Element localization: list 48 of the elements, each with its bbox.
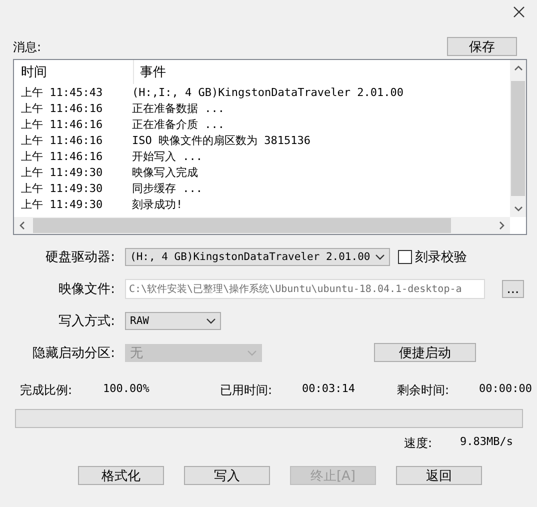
stat-label: 已用时间: xyxy=(220,382,274,399)
event-cell-text: 正在准备介质 ... xyxy=(131,116,224,132)
browse-button[interactable]: ... xyxy=(502,280,524,298)
horizontal-scrollbar[interactable] xyxy=(14,217,510,234)
drive-dropdown[interactable]: (H:, 4 GB)KingstonDataTraveler 2.01.00 xyxy=(125,248,390,266)
action-button[interactable]: 写入 xyxy=(184,466,270,485)
time-cell-text: 上午 11:49:30 xyxy=(20,180,104,196)
speed-label: 速度: xyxy=(404,435,432,452)
speed-value: 9.83MB/s xyxy=(460,435,513,450)
quick-boot-button[interactable]: 便捷启动 xyxy=(374,343,476,362)
hidden-partition-label: 隐藏启动分区: xyxy=(32,344,115,362)
time-cell-text: 上午 11:46:16 xyxy=(20,148,104,164)
event-cell-text: (H:,I:, 4 GB)KingstonDataTraveler 2.01.00 xyxy=(131,86,404,98)
event-cell-text: 刻录成功! xyxy=(131,196,183,212)
scroll-down-icon[interactable] xyxy=(514,204,522,213)
verify-checkbox[interactable]: 刻录校验 xyxy=(398,248,467,266)
column-header[interactable]: 事件 xyxy=(134,60,340,84)
vertical-scrollbar[interactable] xyxy=(510,60,526,217)
time-cell-text: 上午 11:49:30 xyxy=(20,196,104,212)
write-mode-label: 写入方式: xyxy=(58,313,115,330)
event-cell-text: 开始写入 ... xyxy=(131,148,202,164)
stat-value: 00:00:00 xyxy=(479,382,532,397)
action-button[interactable]: 格式化 xyxy=(78,466,164,485)
stat-label: 剩余时间: xyxy=(397,382,450,399)
scroll-left-icon[interactable] xyxy=(18,221,27,230)
event-cell-text: ISO 映像文件的扇区数为 3815136 xyxy=(131,132,310,148)
time-cell-text: 上午 11:46:16 xyxy=(20,100,104,116)
event-cell-text: 正在准备数据 ... xyxy=(131,100,224,116)
action-button[interactable]: 返回 xyxy=(396,466,482,485)
time-cell-text: 上午 11:46:16 xyxy=(20,132,104,148)
messages-label: 消息: xyxy=(13,39,42,56)
save-button[interactable]: 保存 xyxy=(447,37,517,56)
scroll-up-icon[interactable] xyxy=(514,64,522,73)
time-cell-text: 上午 11:49:30 xyxy=(20,164,104,180)
stat-value: 100.00% xyxy=(103,382,150,397)
write-mode-dropdown[interactable]: RAW xyxy=(125,312,221,330)
column-header[interactable]: 时间 xyxy=(19,60,134,84)
scroll-right-icon[interactable] xyxy=(497,221,506,230)
time-cell-text: 上午 11:46:16 xyxy=(20,116,104,132)
close-icon[interactable] xyxy=(513,6,525,18)
time-cell-text: 上午 11:45:43 xyxy=(20,84,104,100)
stat-label: 完成比例: xyxy=(20,382,74,399)
drive-label: 硬盘驱动器: xyxy=(44,249,115,266)
event-cell-text: 映像写入完成 xyxy=(131,164,198,180)
image-file-label: 映像文件: xyxy=(58,281,115,298)
event-cell-text: 同步缓存 ... xyxy=(131,180,202,196)
image-file-field[interactable]: C:\软件安装\已整理\操作系统\Ubuntu\ubuntu-18.04.1-desktop-a xyxy=(125,279,485,299)
stat-value: 00:03:14 xyxy=(302,382,356,397)
